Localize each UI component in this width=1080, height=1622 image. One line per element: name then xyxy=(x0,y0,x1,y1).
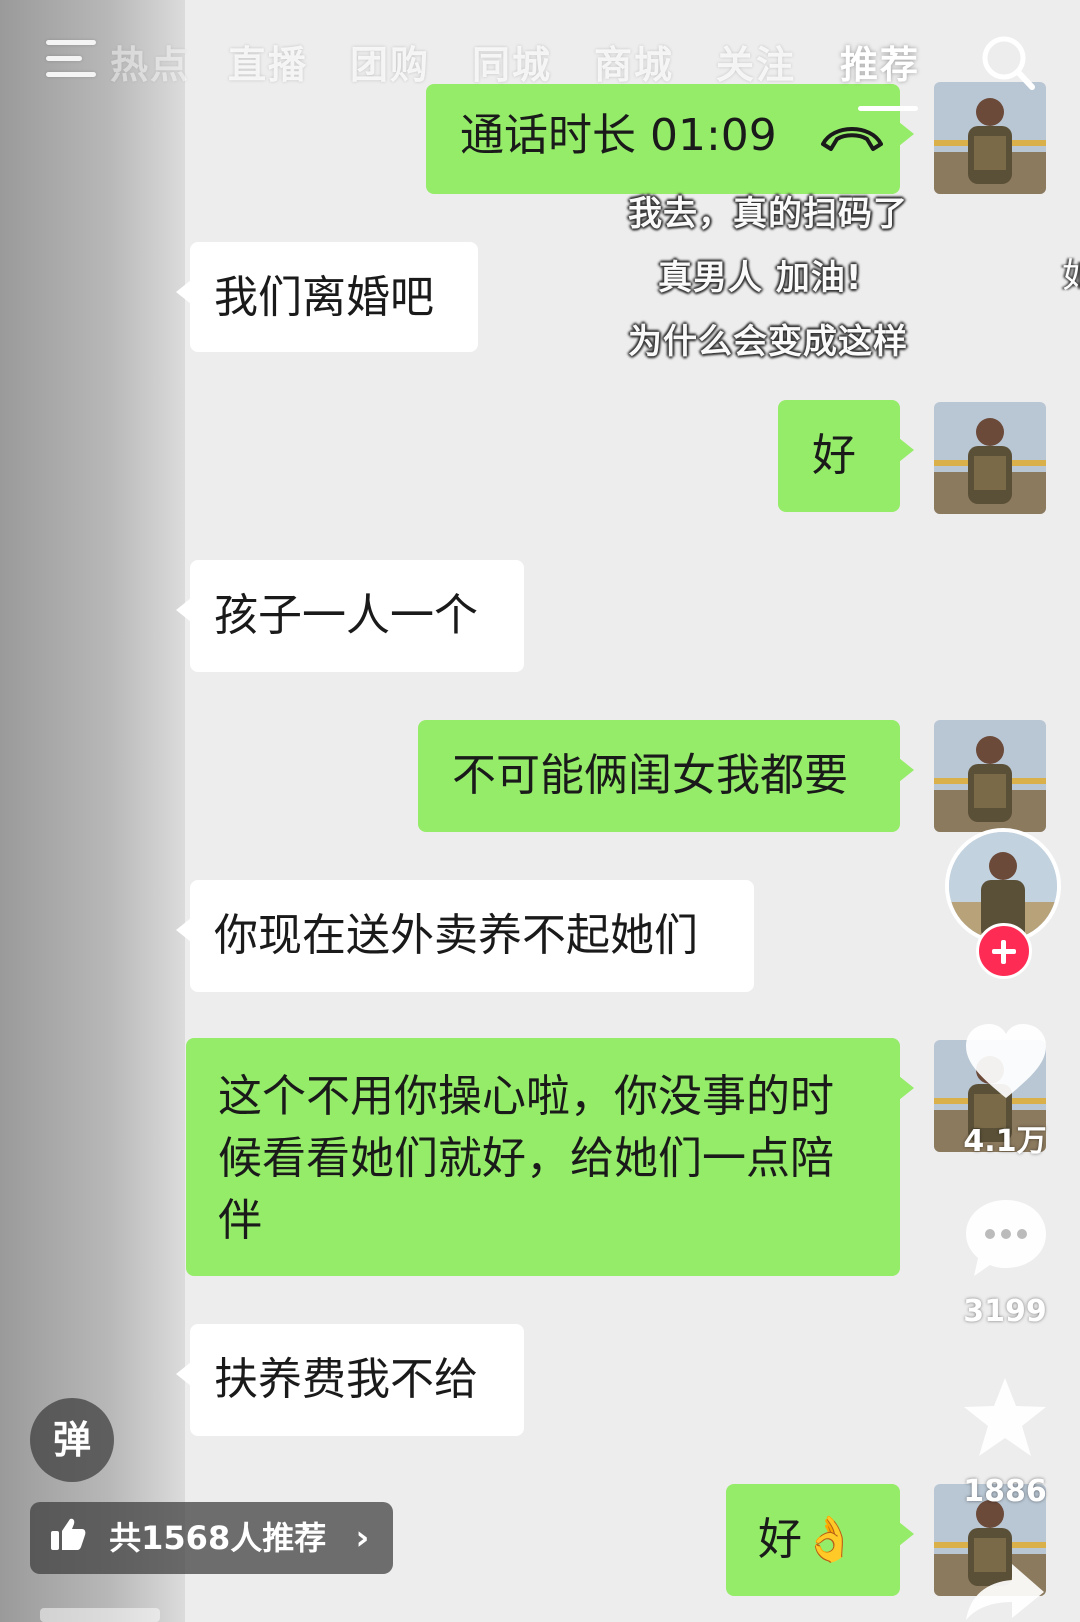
message-bubble-outgoing: 好 xyxy=(778,400,914,512)
comment-count: 3199 xyxy=(963,1294,1047,1329)
phone-hangup-icon xyxy=(819,108,885,168)
message-text: 我们离婚吧 xyxy=(214,272,434,323)
danmaku-comment: 真男人 加油! xyxy=(658,258,863,298)
top-nav: 热点 直播 团购 同城 商城 关注 推荐 xyxy=(0,0,1080,111)
heart-icon[interactable] xyxy=(962,1022,1050,1106)
avatar[interactable] xyxy=(934,720,1046,832)
message-text: 这个不用你操心啦，你没事的时候看看她们就好，给她们一点陪伴 xyxy=(218,1071,834,1246)
menu-icon[interactable] xyxy=(46,38,96,78)
message-bubble-outgoing: 好👌 xyxy=(726,1484,914,1596)
active-tab-indicator xyxy=(858,106,918,111)
message-text: 好👌 xyxy=(758,1514,857,1565)
message-bubble-incoming: 孩子一人一个 xyxy=(176,560,524,672)
message-bubble-incoming: 扶养费我不给 xyxy=(176,1324,524,1436)
message-bubble-incoming: 我们离婚吧 xyxy=(176,242,478,352)
message-bubble-outgoing: 不可能俩闺女我都要 xyxy=(418,720,914,832)
tab-nearby[interactable]: 同城 xyxy=(472,34,552,89)
message-text: 你现在送外卖养不起她们 xyxy=(214,910,698,961)
message-bubble-incoming: 你现在送外卖养不起她们 xyxy=(176,880,754,992)
call-record-text: 通话时长 01:09 xyxy=(460,110,777,161)
tab-following[interactable]: 关注 xyxy=(716,34,796,89)
tab-recommend[interactable]: 推荐 xyxy=(840,34,920,89)
share-icon[interactable] xyxy=(962,1560,1048,1622)
like-count: 4.1万 xyxy=(963,1124,1047,1159)
message-text: 扶养费我不给 xyxy=(214,1354,478,1405)
star-icon[interactable] xyxy=(962,1376,1048,1462)
video-frame[interactable]: 通话时长 01:09 我们离婚吧 好 孩子一人一个 不可能俩闺女我都要 你现在送… xyxy=(0,0,1080,1622)
message-text: 孩子一人一个 xyxy=(214,590,478,641)
message-text: 好 xyxy=(812,430,856,481)
tab-group-buy[interactable]: 团购 xyxy=(350,34,430,89)
tab-mall[interactable]: 商城 xyxy=(594,34,674,89)
message-bubble-outgoing: 这个不用你操心啦，你没事的时候看看她们就好，给她们一点陪伴 xyxy=(186,1038,914,1276)
follow-button[interactable] xyxy=(976,923,1032,979)
recommend-count-button[interactable]: 共1568人推荐 › xyxy=(30,1502,394,1576)
search-icon[interactable] xyxy=(980,34,1036,92)
danmaku-comment: 我去，真的扫码了 xyxy=(628,194,908,234)
thumbs-up-icon xyxy=(50,1504,86,1576)
tab-live[interactable]: 直播 xyxy=(228,34,308,89)
avatar[interactable] xyxy=(934,402,1046,514)
favorite-count: 1886 xyxy=(963,1474,1047,1509)
author-name-partial xyxy=(40,1608,160,1622)
recommend-count-label: 共1568人推荐 xyxy=(109,1519,327,1557)
danmaku-comment: 为什么会变成这样 xyxy=(628,322,908,362)
tab-hot[interactable]: 热点 xyxy=(110,34,190,89)
danmaku-comment: 如 xyxy=(1062,256,1080,296)
chevron-right-icon: › xyxy=(355,1518,370,1558)
comment-icon[interactable] xyxy=(962,1196,1050,1284)
message-text: 不可能俩闺女我都要 xyxy=(452,750,848,801)
danmaku-toggle-button[interactable]: 弹 xyxy=(30,1398,114,1482)
